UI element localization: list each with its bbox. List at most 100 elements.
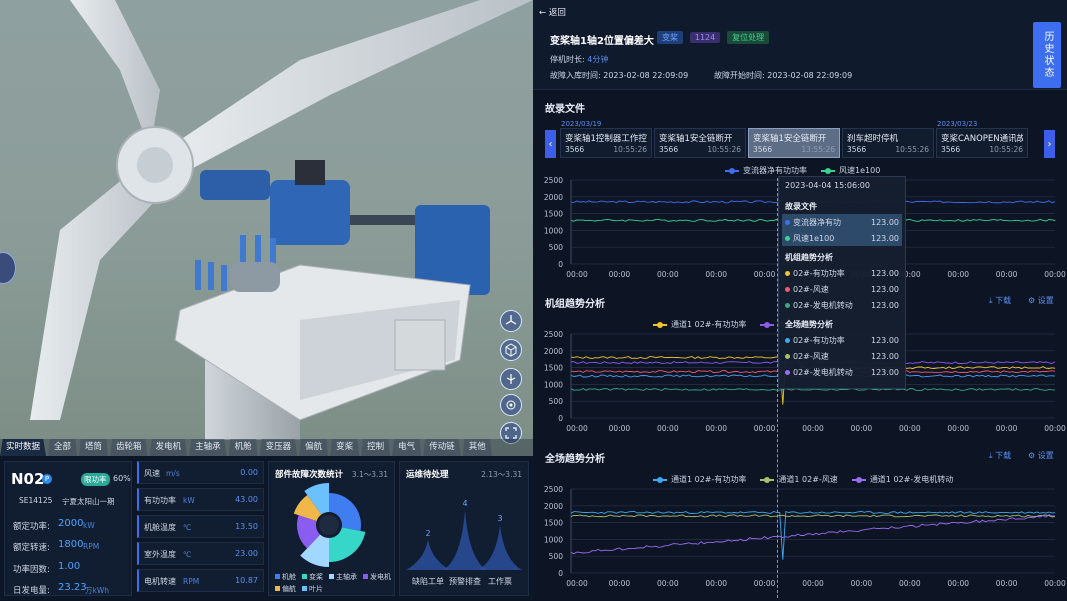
maintenance-title: 运维待处理 bbox=[406, 470, 449, 480]
tab-5[interactable]: 主轴承 bbox=[189, 439, 227, 456]
metric-value: 43.00 bbox=[235, 495, 258, 504]
fault-stats-range: 3.1～3.31 bbox=[351, 470, 388, 479]
tab-8[interactable]: 偏航 bbox=[299, 439, 329, 456]
files-next-button[interactable]: › bbox=[1044, 130, 1055, 158]
back-label: 返回 bbox=[548, 8, 566, 18]
farm-settings-button[interactable]: ⚙ 设置 bbox=[1028, 450, 1054, 461]
tab-2[interactable]: 塔筒 bbox=[79, 439, 109, 456]
turbine-view-icon[interactable] bbox=[500, 310, 522, 332]
status-panel: N02 P 限功率 60% SE14125 宁夏太阳山一期 额定功率: 2000… bbox=[0, 456, 533, 600]
tab-0[interactable]: 实时数据 bbox=[0, 439, 47, 456]
x-tick: 00:00 bbox=[1044, 579, 1066, 588]
y-tick: 500 bbox=[549, 552, 564, 561]
nacelle-icon[interactable] bbox=[500, 368, 522, 390]
recorder-file-card[interactable]: 变桨轴1安全链断开 3566 13:55:26 bbox=[748, 128, 840, 158]
tab-1[interactable]: 全部 bbox=[48, 439, 78, 456]
tooltip-group-title: 故录文件 bbox=[785, 202, 817, 211]
nacelle-model[interactable] bbox=[0, 0, 533, 440]
back-button[interactable]: ← 返回 bbox=[539, 6, 566, 18]
farm-name: 宁夏太阳山一期 bbox=[62, 497, 115, 506]
metric-row: 风速 m/s 0.00 bbox=[137, 461, 264, 484]
tooltip-series: 风速1e100 bbox=[793, 233, 835, 243]
tab-13[interactable]: 其他 bbox=[462, 439, 492, 456]
metric-row: 电机转速 RPM 10.87 bbox=[137, 569, 264, 592]
tab-9[interactable]: 变桨 bbox=[330, 439, 360, 456]
recorder-file-card[interactable]: 变桨CANOPEN通讯故...3566 10:55:26 bbox=[936, 128, 1028, 158]
file-code: 3566 bbox=[847, 145, 867, 154]
maintenance-chart: 2 缺陷工单 4 预警排查 3 工作票 bbox=[406, 499, 522, 586]
warehouse-time-row: 故障入库时间: 2023-02-08 22:09:09 bbox=[550, 70, 688, 81]
x-tick: 00:00 bbox=[566, 270, 588, 279]
tooltip-series: 02#-发电机转动 bbox=[793, 367, 853, 377]
files-prev-button[interactable]: ‹ bbox=[545, 130, 556, 158]
file-name: 变桨轴1安全链断开 bbox=[659, 134, 733, 144]
gear-icon: ⚙ bbox=[1028, 296, 1036, 305]
tab-12[interactable]: 传动链 bbox=[423, 439, 461, 456]
y-tick: 1500 bbox=[544, 519, 563, 528]
tooltip-value: 123.00 bbox=[871, 217, 899, 227]
component-tabs: 实时数据 全部 塔筒 齿轮箱 发电机 主轴承 机舱 变压器 偏航 变桨 控制 电气 传动链 其他 bbox=[0, 439, 533, 456]
maintenance-category: 缺陷工单 bbox=[412, 576, 444, 586]
tab-4[interactable]: 发电机 bbox=[149, 439, 188, 456]
tooltip-group-title: 机组趋势分析 bbox=[785, 253, 833, 262]
y-tick: 2500 bbox=[544, 176, 563, 185]
tooltip-value: 123.00 bbox=[871, 284, 899, 294]
component-icon[interactable] bbox=[500, 394, 522, 416]
chevron-right-icon: › bbox=[1047, 138, 1052, 150]
file-date-2: 2023/03/23 bbox=[937, 120, 978, 128]
fault-header: ← 返回 变桨轴1轴2位置偏差大 变桨 1124 复位处理 停机时长: 4分钟 … bbox=[533, 0, 1067, 90]
farm-trend-chart[interactable]: 2500200015001000500000:00 00:00 00:00 00:00… bbox=[533, 481, 1067, 601]
tooltip-series: 02#-发电机转动 bbox=[793, 300, 853, 310]
metric-value: 0.00 bbox=[240, 468, 258, 477]
file-code: 3566 bbox=[941, 145, 961, 154]
farm-download-button[interactable]: ⤓ 下载 bbox=[989, 450, 1011, 461]
status-percent: 60% bbox=[113, 474, 131, 483]
x-tick: 00:00 bbox=[851, 579, 873, 588]
tab-3[interactable]: 齿轮箱 bbox=[110, 439, 148, 456]
warehouse-time-value: 2023-02-08 22:09:09 bbox=[603, 71, 689, 80]
unit-download-button[interactable]: ⤓ 下载 bbox=[989, 295, 1011, 306]
metric-unit: RPM bbox=[183, 577, 200, 586]
tab-7[interactable]: 变压器 bbox=[259, 439, 298, 456]
tab-11[interactable]: 电气 bbox=[392, 439, 422, 456]
tooltip-row: 风速1e100 123.00 bbox=[782, 230, 902, 246]
series-line bbox=[570, 514, 1056, 555]
tooltip-series: 02#-有功功率 bbox=[793, 268, 845, 278]
metric-row: 室外温度 ℃ 23.00 bbox=[137, 542, 264, 565]
metric-unit: ℃ bbox=[183, 523, 192, 532]
metric-label: 有功功率 bbox=[144, 496, 176, 505]
x-tick: 00:00 bbox=[657, 579, 679, 588]
rated-power-value: 2000 bbox=[58, 518, 84, 529]
x-tick: 00:00 bbox=[899, 424, 921, 433]
downtime-row: 停机时长: 4分钟 bbox=[550, 54, 608, 65]
tab-10[interactable]: 控制 bbox=[361, 439, 391, 456]
tooltip-row: 02#-有功功率 123.00 bbox=[785, 265, 899, 281]
category-badge: 变桨 bbox=[657, 31, 683, 44]
rated-speed-unit: RPM bbox=[83, 542, 100, 551]
x-tick: 00:00 bbox=[566, 424, 588, 433]
y-tick: 0 bbox=[558, 569, 563, 578]
status-badge: 限功率 bbox=[81, 473, 110, 486]
downtime-value: 4分钟 bbox=[587, 55, 609, 64]
y-tick: 2500 bbox=[544, 485, 563, 494]
file-name: 变桨轴1控制器工作控... bbox=[565, 134, 647, 144]
tooltip-value: 123.00 bbox=[871, 351, 899, 361]
unit-settings-button[interactable]: ⚙ 设置 bbox=[1028, 295, 1054, 306]
file-time: 13:55:26 bbox=[801, 145, 835, 154]
x-tick: 00:00 bbox=[996, 579, 1018, 588]
legend-item: 机舱 bbox=[275, 572, 296, 582]
cube-icon[interactable] bbox=[500, 339, 522, 361]
recorder-file-card[interactable]: 刹车超时停机 3566 10:55:26 bbox=[842, 128, 934, 158]
recorder-file-card[interactable]: 变桨轴1安全链断开 3566 10:55:26 bbox=[654, 128, 746, 158]
tooltip-value: 123.00 bbox=[871, 233, 899, 243]
history-status-button[interactable]: 历史状态 bbox=[1033, 22, 1061, 88]
tab-6[interactable]: 机舱 bbox=[228, 439, 258, 456]
recorder-file-card[interactable]: 变桨轴1控制器工作控... 3566 10:55:26 bbox=[560, 128, 652, 158]
daily-energy-unit: 万kWh bbox=[85, 586, 110, 595]
tooltip-series: 02#-风速 bbox=[793, 351, 829, 361]
daily-energy-value: 23.23 bbox=[58, 582, 87, 593]
maintenance-value: 2 bbox=[425, 529, 430, 538]
chevron-left-icon: ‹ bbox=[548, 138, 553, 150]
series-line bbox=[570, 511, 1056, 560]
tooltip-series: 02#-有功功率 bbox=[793, 335, 845, 345]
